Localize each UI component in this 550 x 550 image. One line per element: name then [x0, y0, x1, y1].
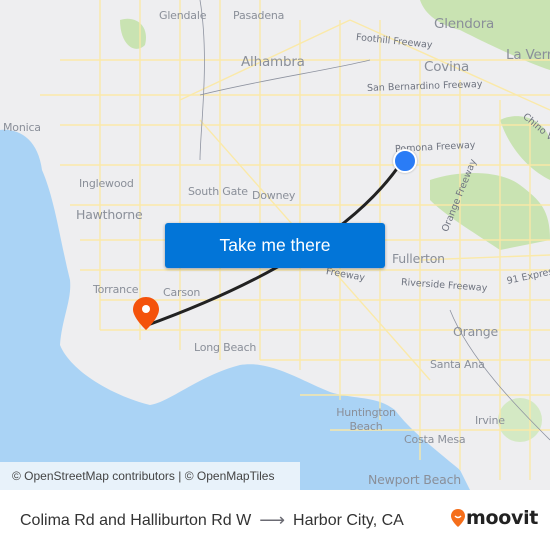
city-label: Costa Mesa: [404, 433, 466, 446]
city-label: Alhambra: [241, 54, 305, 70]
city-label: Long Beach: [194, 341, 257, 354]
city-label: Monica: [3, 121, 41, 134]
arrow-right-icon: ⟶: [259, 510, 286, 530]
city-label: Santa Ana: [430, 358, 485, 371]
city-label: Covina: [424, 59, 470, 75]
brand-name: moovit: [466, 507, 539, 529]
map-pin-icon[interactable]: [132, 296, 160, 337]
city-label: Downey: [252, 189, 296, 202]
origin-dot-icon[interactable]: [393, 149, 417, 173]
city-label: Inglewood: [79, 177, 134, 190]
attribution-text[interactable]: © OpenStreetMap contributors | © OpenMap…: [12, 469, 274, 483]
ocean: [0, 129, 470, 490]
city-label: Pasadena: [233, 9, 285, 22]
moovit-logo[interactable]: moovit: [450, 507, 538, 529]
city-label: Carson: [163, 286, 201, 299]
city-label: Orange: [453, 324, 498, 339]
route-summary: Colima Rd and Halliburton Rd W ⟶ Harbor …: [20, 510, 404, 531]
city-label: Irvine: [475, 414, 505, 427]
destination-label: Harbor City, CA: [293, 511, 404, 529]
origin-label: Colima Rd and Halliburton Rd W: [20, 511, 252, 529]
city-label: Glendale: [159, 9, 207, 22]
city-label: Huntington Beach: [336, 406, 396, 433]
map[interactable]: Glendale Pasadena Glendora Alhambra La V…: [0, 0, 550, 490]
take-me-there-button[interactable]: Take me there: [165, 223, 385, 268]
city-label: Newport Beach: [368, 472, 461, 487]
city-label: South Gate: [188, 185, 248, 198]
city-label: Hawthorne: [76, 207, 143, 222]
moovit-pin-icon: [451, 509, 465, 527]
city-label: Torrance: [93, 283, 139, 296]
city-label: La Verne: [506, 47, 550, 63]
map-attribution[interactable]: © OpenStreetMap contributors | © OpenMap…: [0, 462, 300, 490]
city-label: Glendora: [434, 16, 495, 32]
city-label: Fullerton: [392, 251, 445, 266]
footer: Colima Rd and Halliburton Rd W ⟶ Harbor …: [0, 490, 550, 550]
